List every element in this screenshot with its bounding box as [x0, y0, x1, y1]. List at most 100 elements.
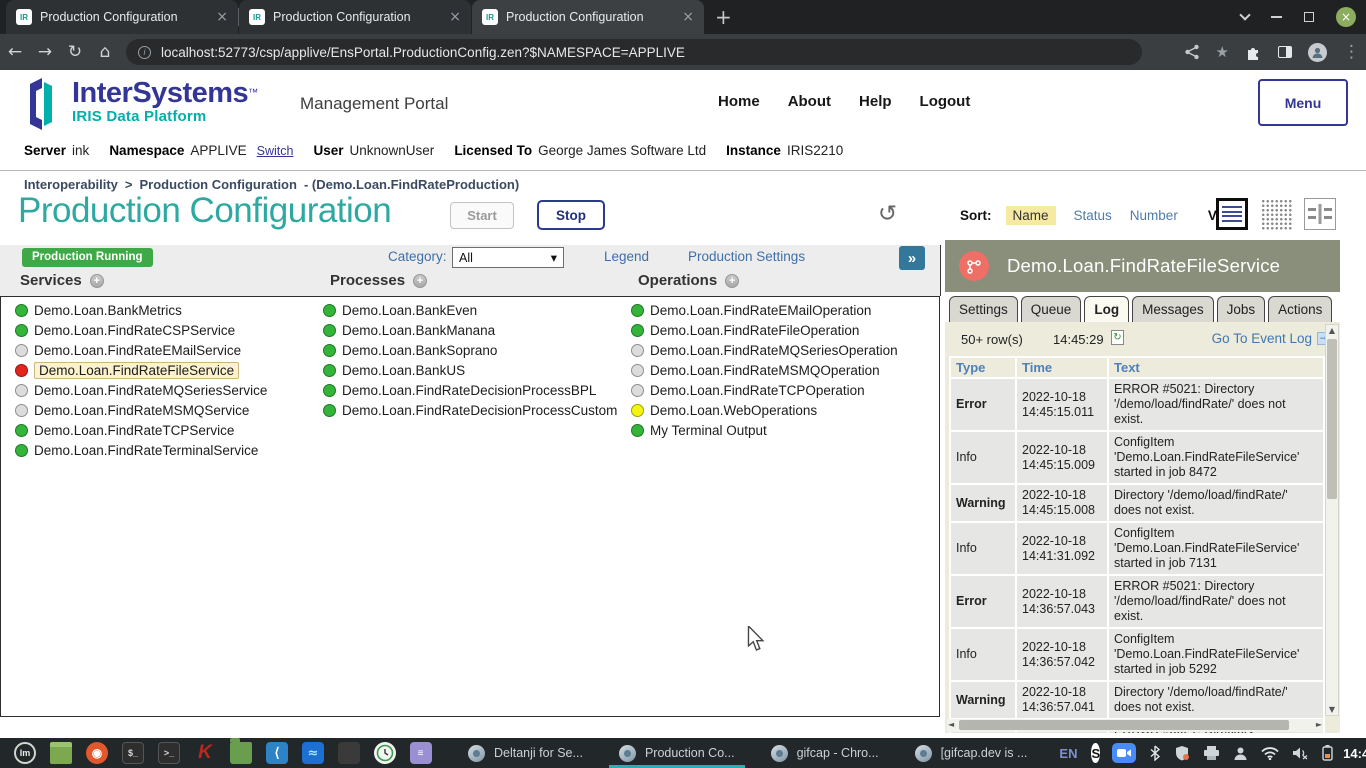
sort-number[interactable]: Number — [1130, 208, 1178, 223]
config-item[interactable]: My Terminal Output — [631, 420, 898, 440]
window-manager-icon[interactable] — [50, 742, 72, 764]
config-item-label[interactable]: Demo.Loan.FindRateMSMQOperation — [650, 363, 880, 378]
wifi-icon[interactable] — [1261, 747, 1279, 760]
log-row[interactable]: Error2022-10-1814:45:15.011ERROR #5021: … — [951, 379, 1323, 430]
shield-icon[interactable] — [1174, 745, 1190, 761]
skype-icon[interactable]: S — [1091, 743, 1100, 763]
home-icon[interactable]: ⌂ — [90, 42, 120, 62]
config-item-label[interactable]: Demo.Loan.FindRateTCPOperation — [650, 383, 865, 398]
taskbar-window[interactable]: Production Co... — [605, 738, 749, 768]
config-item-label[interactable]: Demo.Loan.BankEven — [342, 303, 477, 318]
nav-logout[interactable]: Logout — [920, 93, 971, 110]
log-row[interactable]: Info2022-10-1814:45:15.009ConfigItem 'De… — [951, 432, 1323, 483]
tab-close-icon[interactable]: × — [216, 9, 228, 25]
config-item[interactable]: Demo.Loan.FindRateMQSeriesService — [15, 380, 267, 400]
horizontal-scroll-thumb[interactable] — [959, 720, 1289, 730]
scroll-left-icon[interactable]: ◄ — [948, 720, 954, 729]
bookmark-star-icon[interactable]: ★ — [1216, 43, 1229, 61]
file-manager-icon[interactable] — [230, 742, 252, 764]
log-row[interactable]: Error2022-10-1814:36:57.043ERROR #5021: … — [951, 576, 1323, 627]
vertical-scroll-thumb[interactable] — [1327, 339, 1337, 499]
sort-status[interactable]: Status — [1074, 208, 1112, 223]
config-item-label[interactable]: Demo.Loan.WebOperations — [650, 403, 817, 418]
add-service-button[interactable]: + — [90, 274, 104, 288]
stop-button[interactable]: Stop — [537, 200, 605, 230]
log-row[interactable]: Info2022-10-1814:41:31.092ConfigItem 'De… — [951, 523, 1323, 574]
config-item-label[interactable]: Demo.Loan.BankManana — [342, 323, 495, 338]
site-info-icon[interactable]: i — [138, 46, 151, 59]
tab-close-icon[interactable]: × — [449, 9, 461, 25]
config-item-label[interactable]: Demo.Loan.FindRateEMailService — [34, 343, 241, 358]
browser-tab[interactable]: IRProduction Configuration× — [472, 0, 704, 34]
config-item[interactable]: Demo.Loan.BankManana — [323, 320, 617, 340]
config-item[interactable]: Demo.Loan.FindRateCSPService — [15, 320, 267, 340]
config-item-label[interactable]: Demo.Loan.BankSoprano — [342, 343, 497, 358]
panel-tab-queue[interactable]: Queue — [1021, 296, 1082, 322]
panel-tab-log[interactable]: Log — [1084, 296, 1129, 322]
category-select[interactable]: All ▾ — [452, 247, 564, 268]
go-to-event-log-link[interactable]: Go To Event Log — [1212, 331, 1312, 346]
taskbar-window[interactable]: Deltanji for Se... — [454, 738, 597, 768]
add-operation-button[interactable]: + — [725, 274, 739, 288]
config-item[interactable]: Demo.Loan.FindRateMSMQOperation — [631, 360, 898, 380]
refresh-log-icon[interactable]: ↻ — [1111, 330, 1124, 345]
share-icon[interactable] — [1184, 44, 1200, 60]
config-item[interactable]: Demo.Loan.FindRateDecisionProcessBPL — [323, 380, 617, 400]
config-item-label[interactable]: Demo.Loan.BankMetrics — [34, 303, 182, 318]
side-panel-icon[interactable] — [1278, 46, 1292, 58]
user-icon[interactable] — [1233, 746, 1248, 761]
config-item-label[interactable]: Demo.Loan.FindRateDecisionProcessBPL — [342, 383, 596, 398]
address-bar[interactable]: i localhost:52773/csp/applive/EnsPortal.… — [126, 39, 1142, 65]
config-item[interactable]: Demo.Loan.FindRateTerminalService — [15, 440, 267, 460]
horizontal-scrollbar[interactable]: ◄ ► — [947, 719, 1323, 732]
config-item[interactable]: Demo.Loan.BankSoprano — [323, 340, 617, 360]
view-split-button[interactable] — [1304, 198, 1336, 230]
mint-menu-icon[interactable]: lm — [14, 742, 36, 764]
bluetooth-icon[interactable] — [1149, 745, 1161, 761]
config-item[interactable]: Demo.Loan.BankMetrics — [15, 300, 267, 320]
config-item[interactable]: Demo.Loan.BankUS — [323, 360, 617, 380]
legend-link[interactable]: Legend — [604, 249, 649, 264]
config-item[interactable]: Demo.Loan.FindRateTCPOperation — [631, 380, 898, 400]
config-item-label[interactable]: Demo.Loan.FindRateMQSeriesOperation — [650, 343, 898, 358]
config-item-label[interactable]: Demo.Loan.FindRateDecisionProcessCustom — [342, 403, 617, 418]
panel-tab-actions[interactable]: Actions — [1268, 296, 1332, 322]
clock-app-icon[interactable] — [374, 742, 396, 764]
browser-tab[interactable]: IRProduction Configuration× — [6, 0, 238, 34]
config-item[interactable]: Demo.Loan.FindRateFileService — [15, 360, 267, 380]
config-item-label[interactable]: My Terminal Output — [650, 423, 767, 438]
red-app-icon[interactable]: K — [194, 742, 216, 764]
config-item[interactable]: Demo.Loan.FindRateEMailService — [15, 340, 267, 360]
vscode-icon[interactable]: ⟨ — [266, 742, 288, 764]
tab-search-chevron-icon[interactable] — [1239, 9, 1250, 20]
taskbar-window[interactable]: gifcap - Chro... — [757, 738, 893, 768]
back-icon[interactable]: ← — [0, 42, 30, 62]
zoom-camera-icon[interactable] — [1112, 743, 1136, 763]
kebab-menu-icon[interactable]: ⋮ — [1343, 42, 1360, 62]
taskbar-clock[interactable]: 14:45 — [1343, 746, 1366, 761]
refresh-icon[interactable]: ↻ — [878, 201, 897, 227]
volume-muted-icon[interactable] — [1292, 746, 1309, 760]
terminal-icon[interactable]: $_ — [122, 742, 144, 764]
terminal-alt-icon[interactable]: >_ — [158, 742, 180, 764]
view-grid-button[interactable] — [1260, 198, 1292, 230]
config-item[interactable]: Demo.Loan.WebOperations — [631, 400, 898, 420]
config-item-label[interactable]: Demo.Loan.BankUS — [342, 363, 465, 378]
production-settings-link[interactable]: Production Settings — [688, 249, 805, 264]
config-item[interactable]: Demo.Loan.FindRateMQSeriesOperation — [631, 340, 898, 360]
printer-icon[interactable] — [1203, 746, 1220, 760]
language-indicator[interactable]: EN — [1059, 746, 1077, 761]
panel-tab-messages[interactable]: Messages — [1132, 296, 1214, 322]
forward-icon[interactable]: → — [30, 42, 60, 62]
sort-name[interactable]: Name — [1006, 206, 1056, 225]
new-tab-button[interactable]: + — [715, 0, 732, 34]
config-item-label[interactable]: Demo.Loan.FindRateFileService — [34, 362, 239, 379]
close-window-icon[interactable]: × — [1336, 7, 1356, 27]
scroll-right-icon[interactable]: ► — [1316, 720, 1322, 729]
calculator-icon[interactable] — [338, 742, 360, 764]
nav-help[interactable]: Help — [859, 93, 892, 110]
log-row[interactable]: Info2022-10-1814:36:57.042ConfigItem 'De… — [951, 629, 1323, 680]
switch-link[interactable]: Switch — [257, 144, 294, 158]
waveform-app-icon[interactable]: ≈ — [302, 742, 324, 764]
browser-tab[interactable]: IRProduction Configuration× — [239, 0, 471, 34]
